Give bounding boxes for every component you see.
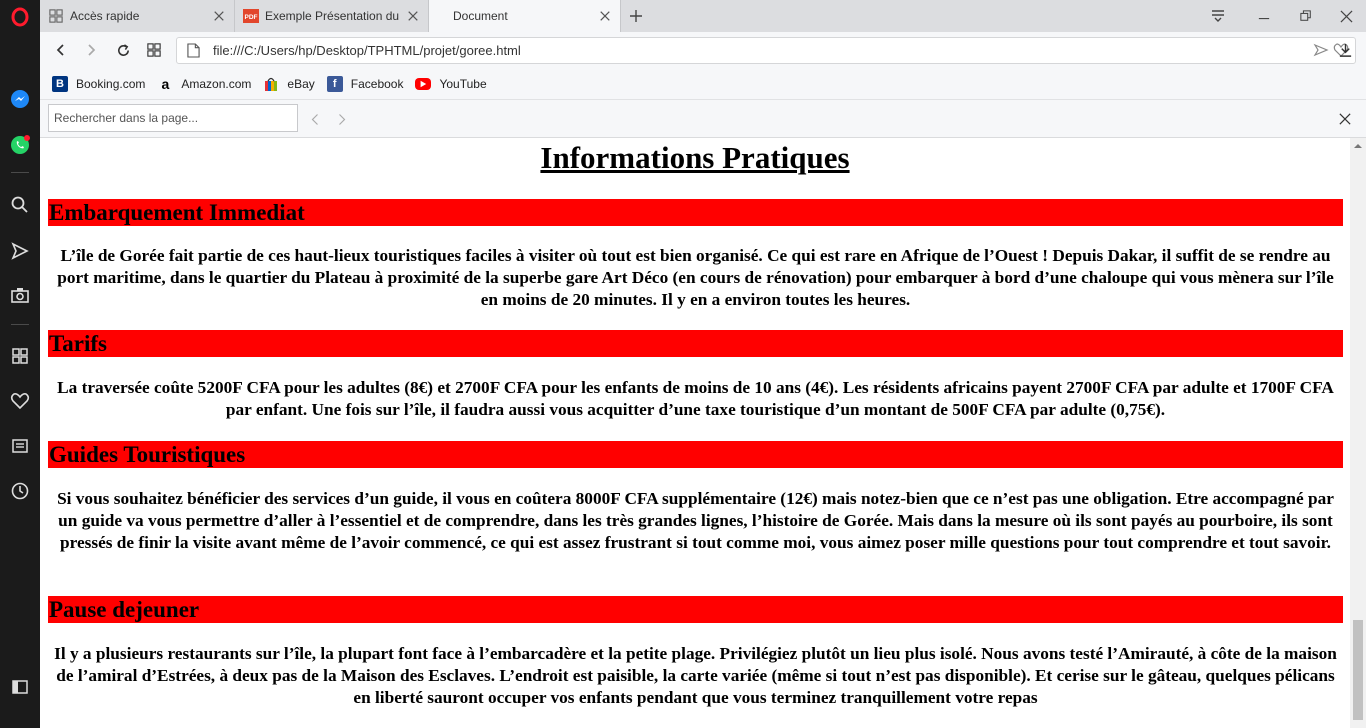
send-icon[interactable]	[0, 236, 40, 266]
section-paragraph: L’île de Gorée fait partie de ces haut-l…	[57, 246, 1334, 309]
section-heading: Tarifs	[48, 330, 1343, 357]
section-heading: Embarquement Immediat	[48, 199, 1343, 226]
tab-title: Accès rapide	[70, 9, 140, 23]
pdf-icon: PDF	[243, 8, 259, 24]
find-input[interactable]	[48, 104, 298, 132]
find-close-button[interactable]	[1336, 109, 1354, 129]
section-paragraph: Si vous souhaitez bénéficier des service…	[57, 489, 1334, 552]
bookmark-youtube[interactable]: YouTube	[415, 76, 487, 91]
news-icon[interactable]	[0, 431, 40, 461]
camera-icon[interactable]	[0, 280, 40, 310]
find-next-button[interactable]	[333, 109, 351, 129]
scroll-up-icon	[1354, 144, 1362, 148]
close-icon	[1339, 113, 1351, 125]
tab-strip: Accès rapide PDF Exemple Présentation du…	[40, 0, 1366, 32]
whatsapp-icon[interactable]	[0, 130, 40, 160]
vertical-scrollbar[interactable]	[1350, 138, 1366, 728]
chevron-right-icon	[339, 113, 346, 125]
heart-icon[interactable]	[0, 386, 40, 416]
ebay-icon	[263, 76, 279, 92]
tab-menu-button[interactable]	[1198, 0, 1238, 32]
bookmark-amazon[interactable]: a Amazon.com	[157, 76, 251, 92]
back-arrow-icon	[56, 44, 64, 56]
downloads-button[interactable]	[1332, 38, 1358, 62]
bookmark-label: YouTube	[439, 76, 487, 91]
bookmarks-bar: B Booking.com a Amazon.com eBay f Facebo…	[40, 68, 1366, 100]
tab-quick-access[interactable]: Accès rapide	[40, 0, 235, 32]
tab-title: Document	[453, 9, 508, 23]
bookmark-ebay[interactable]: eBay	[263, 76, 315, 92]
bookmark-booking[interactable]: B Booking.com	[52, 75, 146, 92]
download-icon	[1339, 43, 1351, 57]
reload-icon	[117, 43, 129, 56]
new-tab-button[interactable]	[616, 0, 656, 32]
section-heading: Pause dejeuner	[48, 596, 1343, 623]
restore-button[interactable]	[1286, 0, 1326, 32]
tabs-overview-button[interactable]	[141, 38, 167, 62]
minimize-button[interactable]	[1244, 0, 1284, 32]
minimize-icon	[1258, 18, 1270, 20]
bookmark-label: eBay	[287, 76, 315, 91]
messenger-icon[interactable]	[0, 84, 40, 114]
navigation-bar: file:///C:/Users/hp/Desktop/TPHTML/proje…	[40, 32, 1366, 68]
section-paragraph: La traversée coûte 5200F CFA pour les ad…	[57, 378, 1334, 419]
opera-sidebar	[0, 0, 40, 728]
forward-arrow-icon	[88, 44, 96, 56]
page-icon	[187, 43, 200, 61]
tab-pdf[interactable]: PDF Exemple Présentation du p	[235, 0, 429, 32]
youtube-icon	[415, 77, 432, 90]
restore-icon	[1300, 10, 1311, 21]
amazon-icon: a	[161, 75, 170, 92]
tab-document[interactable]: Document	[429, 0, 621, 32]
find-previous-button[interactable]	[306, 109, 324, 129]
bookmark-label: Booking.com	[76, 76, 146, 91]
facebook-icon: f	[326, 75, 343, 92]
url-text[interactable]: file:///C:/Users/hp/Desktop/TPHTML/proje…	[213, 43, 521, 58]
bookmark-facebook[interactable]: f Facebook	[326, 75, 404, 92]
plus-icon	[630, 10, 642, 22]
grid-icon	[48, 8, 64, 24]
reload-button[interactable]	[110, 38, 136, 62]
opera-logo-icon[interactable]	[0, 2, 40, 32]
bookmark-label: Facebook	[350, 76, 404, 91]
section-paragraph: Il y a plusieurs restaurants sur l’île, …	[54, 644, 1337, 707]
speed-dial-icon[interactable]	[0, 341, 40, 371]
page-content: Informations Pratiques Embarquement Imme…	[40, 138, 1350, 728]
close-icon	[1340, 10, 1352, 22]
sidebar-toggle-icon[interactable]	[0, 672, 40, 702]
forward-button[interactable]	[78, 38, 104, 62]
bookmark-label: Amazon.com	[181, 76, 252, 91]
chevron-left-icon	[311, 113, 318, 125]
grid-icon	[147, 43, 161, 57]
history-icon[interactable]	[0, 476, 40, 506]
close-icon[interactable]	[212, 9, 226, 23]
scroll-thumb[interactable]	[1353, 620, 1363, 720]
address-bar[interactable]: file:///C:/Users/hp/Desktop/TPHTML/proje…	[176, 37, 1356, 64]
tab-title: Exemple Présentation du p	[265, 9, 400, 23]
booking-icon: B	[52, 75, 68, 92]
search-icon[interactable]	[0, 190, 40, 220]
back-button[interactable]	[48, 38, 74, 62]
close-icon[interactable]	[406, 9, 420, 23]
page-title: Informations Pratiques	[540, 140, 850, 175]
section-heading: Guides Touristiques	[48, 441, 1343, 468]
svg-text:PDF: PDF	[245, 14, 258, 21]
close-window-button[interactable]	[1326, 0, 1366, 32]
tab-menu-icon	[1212, 10, 1224, 22]
find-bar	[40, 100, 1366, 138]
share-icon[interactable]	[1313, 42, 1329, 58]
close-icon[interactable]	[598, 9, 612, 23]
